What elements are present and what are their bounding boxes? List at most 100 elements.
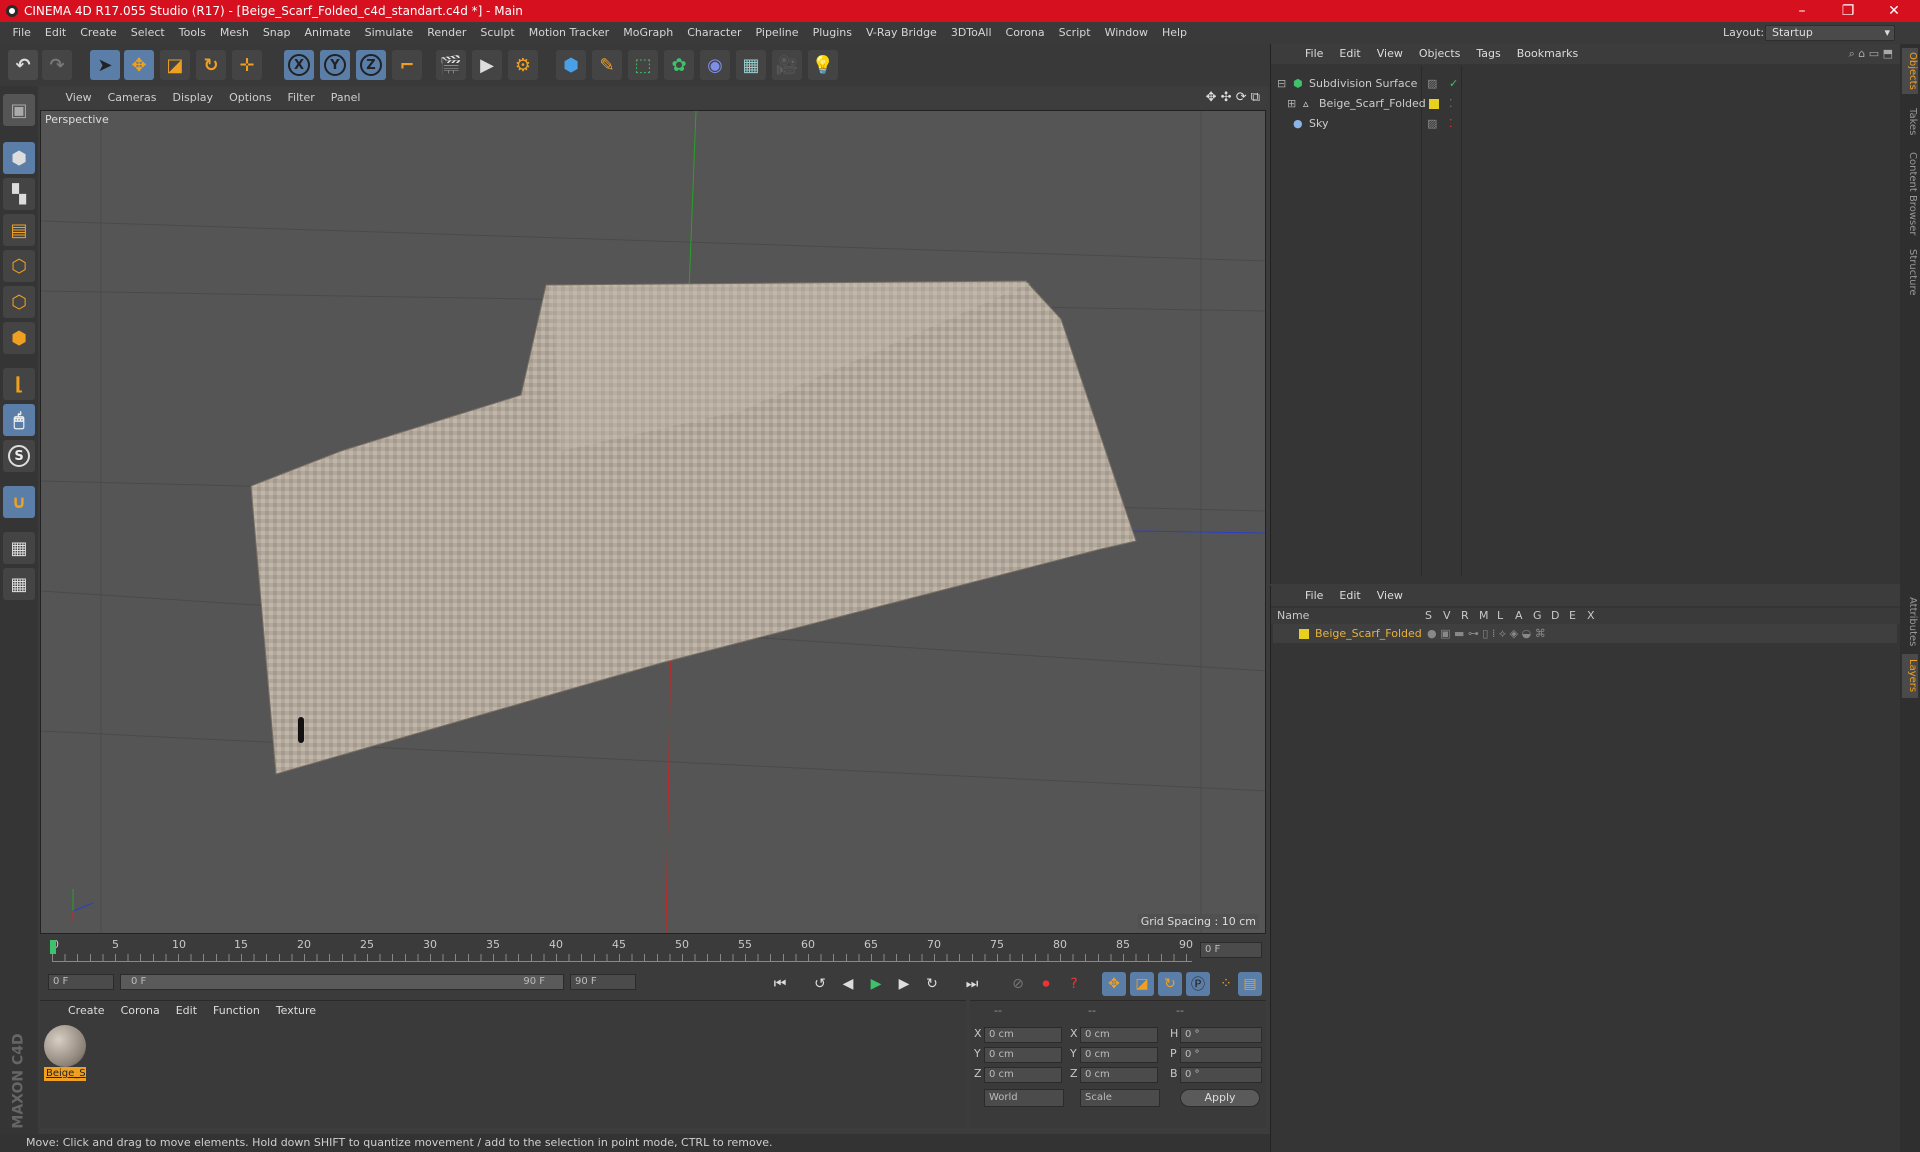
layout-select[interactable]: Startup ▾ <box>1765 25 1895 41</box>
visibility-dots-icon[interactable]: ⁚ <box>1449 94 1453 113</box>
solo-button[interactable]: S <box>3 440 35 472</box>
visibility-dots-icon[interactable]: ⁚ <box>1449 114 1453 133</box>
frame-range-slider[interactable]: 0 F 90 F <box>120 974 564 990</box>
previous-key-button[interactable]: ↺ <box>808 972 832 996</box>
menu-edit[interactable]: Edit <box>38 22 73 44</box>
undo-button[interactable]: ↶ <box>8 50 38 80</box>
tab-attributes[interactable]: Attributes <box>1902 592 1918 652</box>
coord-size-select[interactable]: Scale <box>1080 1089 1160 1107</box>
menu-window[interactable]: Window <box>1098 22 1155 44</box>
restore-button[interactable]: ❐ <box>1828 0 1868 22</box>
deformer-button[interactable]: ◉ <box>700 50 730 80</box>
key-rotation-button[interactable]: ↻ <box>1158 972 1182 996</box>
play-button[interactable]: ▶ <box>864 972 888 996</box>
next-key-button[interactable]: ↻ <box>920 972 944 996</box>
tab-content-browser[interactable]: Content Browser <box>1902 148 1918 240</box>
menu-create[interactable]: Create <box>73 22 124 44</box>
scale-button[interactable]: ◪ <box>160 50 190 80</box>
coord-mode-select[interactable]: World <box>984 1089 1064 1107</box>
material-swatch[interactable]: Beige_S <box>44 1025 86 1083</box>
redo-button[interactable]: ↷ <box>42 50 72 80</box>
edges-mode-button[interactable]: ⬡ <box>3 286 35 318</box>
position-z-field[interactable]: 0 cm <box>984 1067 1062 1083</box>
menu-tools[interactable]: Tools <box>172 22 213 44</box>
object-menu-bookmarks[interactable]: Bookmarks <box>1509 44 1586 64</box>
collapse-icon[interactable]: ⊟ <box>1277 74 1286 93</box>
layer-toggle-icon[interactable]: ▨ <box>1427 74 1437 93</box>
viewport-nav-icons[interactable]: ✥ ✣ ⟳ ⧉ <box>1206 88 1260 108</box>
menu-render[interactable]: Render <box>420 22 473 44</box>
z-axis-button[interactable]: Z <box>356 50 386 80</box>
menu-animate[interactable]: Animate <box>298 22 358 44</box>
array-button[interactable]: ✿ <box>664 50 694 80</box>
rotation-h-field[interactable]: 0 ° <box>1180 1027 1262 1043</box>
keyframe-selection-button[interactable]: ? <box>1062 972 1086 996</box>
material-menu-corona[interactable]: Corona <box>113 1001 168 1021</box>
playhead[interactable] <box>50 940 56 954</box>
expand-icon[interactable]: ⊞ <box>1287 94 1296 113</box>
tweak-button[interactable]: 🖱 <box>3 404 35 436</box>
cube-button[interactable]: ⬢ <box>556 50 586 80</box>
viewport-menu-options[interactable]: Options <box>221 88 279 108</box>
menu-character[interactable]: Character <box>680 22 748 44</box>
perspective-viewport[interactable]: Perspective Grid Spacing : 10 cm <box>40 110 1266 934</box>
scale-z-field[interactable]: 0 cm <box>1080 1067 1158 1083</box>
position-x-field[interactable]: 0 cm <box>984 1027 1062 1043</box>
select-pointer-button[interactable]: ➤ <box>90 50 120 80</box>
object-menu-tags[interactable]: Tags <box>1468 44 1508 64</box>
render-picture-viewer-button[interactable]: ▶ <box>472 50 502 80</box>
move-button[interactable]: ✥ <box>124 50 154 80</box>
menu-script[interactable]: Script <box>1052 22 1098 44</box>
workplane-button[interactable]: ▤ <box>3 214 35 246</box>
viewport-menu-filter[interactable]: Filter <box>280 88 323 108</box>
end-frame-field[interactable]: 90 F <box>570 974 636 990</box>
render-view-button[interactable]: 🎬 <box>436 50 466 80</box>
menu-mesh[interactable]: Mesh <box>213 22 256 44</box>
object-row-subdivision[interactable]: ⊟ ⬢ Subdivision Surface ▨ ✓ <box>1273 74 1897 93</box>
menu-motion-tracker[interactable]: Motion Tracker <box>522 22 616 44</box>
snap-button[interactable]: ∪ <box>3 486 35 518</box>
rotate-button[interactable]: ↻ <box>196 50 226 80</box>
menu-file[interactable]: File <box>6 22 38 44</box>
layer-color-swatch[interactable] <box>1299 629 1309 639</box>
previous-frame-button[interactable]: ◀ <box>836 972 860 996</box>
position-y-field[interactable]: 0 cm <box>984 1047 1062 1063</box>
viewport-menu-view[interactable]: View <box>58 88 100 108</box>
key-pla-button[interactable]: ⁘ <box>1214 972 1238 996</box>
menu-3dtoall[interactable]: 3DToAll <box>944 22 999 44</box>
object-menu-edit[interactable]: Edit <box>1331 44 1368 64</box>
go-to-end-button[interactable]: ⏭ <box>960 972 984 996</box>
enabled-check-icon[interactable]: ✓ <box>1449 74 1458 93</box>
layer-toggle-icon[interactable]: ▨ <box>1427 114 1437 133</box>
menu-mograph[interactable]: MoGraph <box>616 22 680 44</box>
object-menu-objects[interactable]: Objects <box>1411 44 1469 64</box>
menu-simulate[interactable]: Simulate <box>358 22 421 44</box>
tab-layers[interactable]: Layers <box>1902 654 1918 698</box>
layer-menu-file[interactable]: File <box>1297 586 1331 606</box>
pen-spline-button[interactable]: ✎ <box>592 50 622 80</box>
live-select-button[interactable]: ✛ <box>232 50 262 80</box>
rotation-b-field[interactable]: 0 ° <box>1180 1067 1262 1083</box>
layer-color-swatch[interactable] <box>1429 99 1439 109</box>
layer-menu-edit[interactable]: Edit <box>1331 586 1368 606</box>
enable-axis-button[interactable]: ⌊ <box>3 368 35 400</box>
close-button[interactable]: ✕ <box>1874 0 1914 22</box>
menu-corona[interactable]: Corona <box>999 22 1052 44</box>
object-row-sky[interactable]: ● Sky ▨ ⁚ <box>1273 114 1897 133</box>
viewport-menu-panel[interactable]: Panel <box>323 88 369 108</box>
material-menu-texture[interactable]: Texture <box>268 1001 324 1021</box>
go-to-start-button[interactable]: ⏮ <box>768 972 792 996</box>
key-scale-button[interactable]: ◪ <box>1130 972 1154 996</box>
menu-pipeline[interactable]: Pipeline <box>749 22 806 44</box>
current-frame-field[interactable]: 0 F <box>1200 942 1262 958</box>
material-menu-function[interactable]: Function <box>205 1001 268 1021</box>
polygons-mode-button[interactable]: ⬢ <box>3 322 35 354</box>
timeline-ruler[interactable]: 0 5 10 15 20 25 30 35 40 45 50 55 60 65 … <box>40 936 1266 966</box>
minimize-button[interactable]: – <box>1782 0 1822 22</box>
rotation-p-field[interactable]: 0 ° <box>1180 1047 1262 1063</box>
make-editable-button[interactable]: ▣ <box>3 94 35 126</box>
edit-render-settings-button[interactable]: ⚙ <box>508 50 538 80</box>
material-menu-create[interactable]: Create <box>60 1001 113 1021</box>
model-mode-button[interactable]: ⬢ <box>3 142 35 174</box>
material-menu-edit[interactable]: Edit <box>168 1001 205 1021</box>
